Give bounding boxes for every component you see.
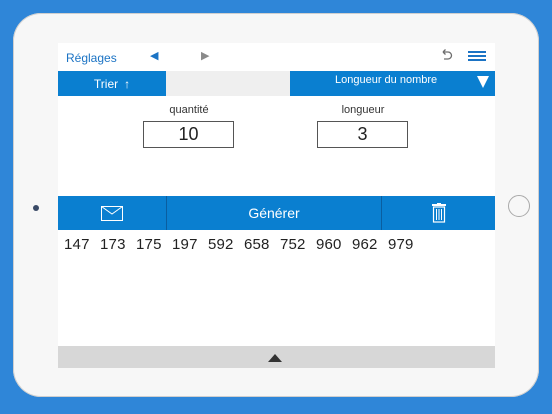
triangle-down-icon: [477, 76, 489, 88]
quantity-field[interactable]: 10: [143, 121, 234, 148]
camera-dot: [33, 205, 39, 211]
home-button: [508, 195, 530, 217]
triangle-left-icon[interactable]: ◀: [150, 49, 158, 62]
app-screen: Réglages ◀ ▶ Trier ↑ Longueur du nombre …: [58, 43, 495, 368]
length-field[interactable]: 3: [317, 121, 408, 148]
triangle-up-icon[interactable]: [268, 354, 282, 362]
trash-icon: [431, 203, 446, 223]
undo-icon[interactable]: [438, 47, 454, 63]
number-length-label: Longueur du nombre: [335, 74, 438, 86]
bottom-bar[interactable]: [58, 346, 495, 368]
settings-link[interactable]: Réglages: [66, 51, 117, 65]
mail-icon: [101, 205, 123, 221]
hamburger-menu-icon[interactable]: [468, 51, 486, 61]
sort-row: Trier ↑ Longueur du nombre: [58, 71, 495, 96]
trash-button[interactable]: [382, 196, 495, 230]
generated-numbers: 147 173 175 197 592 658 752 960 962 979: [64, 236, 414, 253]
action-bar: Générer: [58, 196, 495, 230]
sort-button[interactable]: Trier ↑: [58, 71, 166, 96]
length-label: longueur: [341, 104, 385, 116]
sort-label: Trier: [93, 76, 119, 91]
generate-button[interactable]: Générer: [167, 196, 382, 230]
sort-arrow: ↑: [124, 76, 131, 91]
top-toolbar: Réglages ◀ ▶: [58, 43, 495, 72]
quantity-label: quantité: [169, 104, 209, 116]
sort-spacer: [166, 71, 290, 96]
triangle-right-icon[interactable]: ▶: [201, 49, 209, 62]
number-length-dropdown[interactable]: Longueur du nombre: [290, 71, 495, 96]
mail-button[interactable]: [58, 196, 167, 230]
